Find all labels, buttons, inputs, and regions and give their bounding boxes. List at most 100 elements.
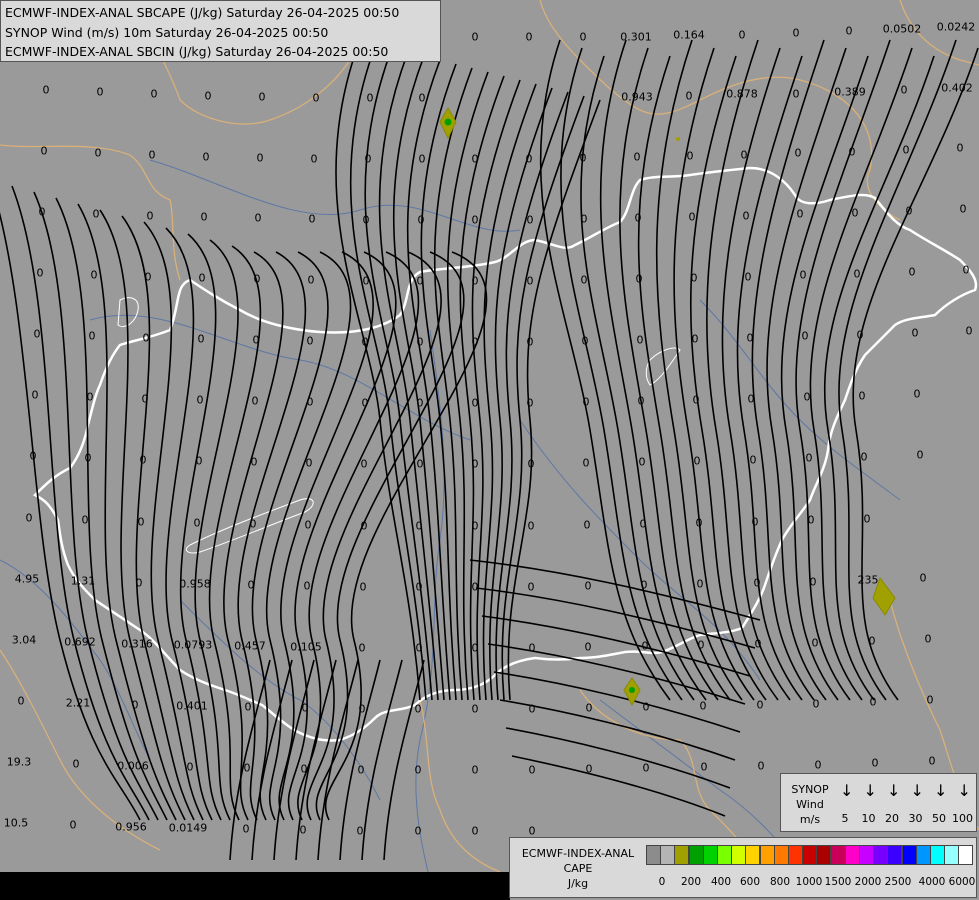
grid-value-label: 4.95	[14, 572, 40, 586]
grid-value-label: 0	[416, 335, 424, 349]
grid-value-label: 0	[471, 152, 479, 166]
grid-value-label: 0	[528, 702, 536, 716]
cape-swatch	[646, 845, 661, 865]
grid-value-label: 0	[965, 324, 973, 338]
wind-arrow-icon: ↓	[840, 781, 854, 800]
grid-value-label: 0	[84, 451, 92, 465]
weather-map[interactable]: 0 0 0 0 0 0 0 0 0 0 0 0.301 0.164 0 0 0 0.0502 0.0242 0.94…	[0, 0, 979, 900]
grid-value-label: 0	[414, 702, 422, 716]
grid-value-label: 0	[756, 698, 764, 712]
grid-value-label: 0	[584, 640, 592, 654]
grid-value-label: 0	[36, 266, 44, 280]
grid-value-label: 0	[249, 517, 257, 531]
grid-value-label: 0	[356, 824, 364, 838]
cape-swatch	[731, 845, 747, 865]
grid-value-label: 0	[579, 30, 587, 44]
cape-swatch	[702, 845, 718, 865]
cape-tick-label: 2000	[854, 876, 882, 888]
wind-speed-label: 100	[952, 812, 973, 825]
grid-value-label: 1.31	[70, 574, 96, 588]
grid-value-label: 0	[69, 818, 77, 832]
grid-value-label: 0	[471, 30, 479, 44]
grid-value-label: 0	[144, 270, 152, 284]
grid-value-label: 0	[814, 758, 822, 772]
cape-tick-label: 6000	[948, 876, 976, 888]
streamline	[637, 55, 731, 701]
grid-value-label: 0	[692, 393, 700, 407]
grid-value-label: 0	[691, 332, 699, 346]
grid-value-label: 10.5	[3, 816, 29, 830]
grid-value-label: 0	[416, 457, 424, 471]
grid-value-label: 0	[700, 760, 708, 774]
streamline	[0, 212, 141, 821]
grid-value-label: 0	[135, 576, 143, 590]
grid-value-label: 0	[242, 822, 250, 836]
grid-value-label: 0	[92, 207, 100, 221]
grid-value-label: 0	[757, 759, 765, 773]
grid-value-label: 0	[527, 580, 535, 594]
grid-value-label: 0	[744, 270, 752, 284]
grid-value-label: 0	[364, 152, 372, 166]
border-line	[419, 699, 501, 873]
grid-value-label: 0	[94, 146, 102, 160]
grid-value-label: 0	[754, 637, 762, 651]
grid-value-label: 0	[913, 387, 921, 401]
grid-value-label: 0	[807, 513, 815, 527]
grid-value-label: 0.316	[121, 637, 153, 651]
grid-value-label: 0	[415, 641, 423, 655]
map-title-box: ECMWF-INDEX-ANAL SBCAPE (J/kg) Saturday …	[0, 0, 441, 62]
grid-value-label: 0	[150, 87, 158, 101]
grid-value-label: 0	[304, 518, 312, 532]
wind-arrow-icon: ↓	[934, 781, 948, 800]
grid-value-label: 0	[853, 267, 861, 281]
grid-value-label: 0	[417, 213, 425, 227]
grid-value-label: 0	[361, 335, 369, 349]
title-line-sbcape: ECMWF-INDEX-ANAL SBCAPE (J/kg) Saturday …	[5, 5, 400, 20]
grid-value-label: 0	[526, 396, 534, 410]
grid-value-label: 0	[796, 207, 804, 221]
cape-swatch	[887, 845, 903, 865]
grid-value-label: 0	[633, 150, 641, 164]
country-borders	[0, 0, 979, 873]
grid-value-label: 0	[525, 30, 533, 44]
grid-value-label: 0	[924, 632, 932, 646]
grid-value-label: 0	[471, 457, 479, 471]
grid-value-label: 0.389	[834, 85, 866, 99]
title-line-sbcin: ECMWF-INDEX-ANAL SBCIN (J/kg) Saturday 2…	[5, 44, 389, 59]
grid-value-label: 0	[308, 212, 316, 226]
grid-value-label: 0	[526, 274, 534, 288]
grid-value-label: 0	[526, 335, 534, 349]
cape-patch	[444, 118, 452, 126]
grid-value-label: 0	[527, 519, 535, 533]
grid-value-label: 0	[366, 91, 374, 105]
grid-value-label: 0	[639, 517, 647, 531]
grid-value-label: 0	[811, 636, 819, 650]
cape-swatch	[788, 845, 803, 865]
grid-value-label: 0	[131, 698, 139, 712]
grid-value-label: 0	[641, 639, 649, 653]
grid-value-label: 0	[801, 329, 809, 343]
grid-value-label: 0	[747, 392, 755, 406]
bottom-black-band	[0, 872, 510, 900]
grid-value-label: 0	[792, 26, 800, 40]
grid-value-label: 0	[699, 699, 707, 713]
streamline	[501, 95, 585, 701]
grid-value-label: 0	[635, 272, 643, 286]
grid-value-label: 0	[254, 211, 262, 225]
synop-legend-line: SYNOP	[791, 783, 829, 796]
grid-value-label: 0	[696, 577, 704, 591]
grid-value-label: 0	[856, 328, 864, 342]
grid-value-label: 0	[809, 575, 817, 589]
grid-value-label: 0	[579, 151, 587, 165]
grid-value-label: 0	[642, 700, 650, 714]
grid-value-label: 0	[871, 756, 879, 770]
grid-value-label: 0	[17, 694, 25, 708]
grid-value-label: 0	[359, 580, 367, 594]
cape-tick-label: 4000	[918, 876, 946, 888]
grid-value-label: 0	[582, 395, 590, 409]
grid-value-label: 0	[258, 90, 266, 104]
grid-value-label: 0	[585, 762, 593, 776]
cape-swatch	[816, 845, 832, 865]
grid-value-label: 0	[471, 519, 479, 533]
grid-value-label: 0	[42, 83, 50, 97]
